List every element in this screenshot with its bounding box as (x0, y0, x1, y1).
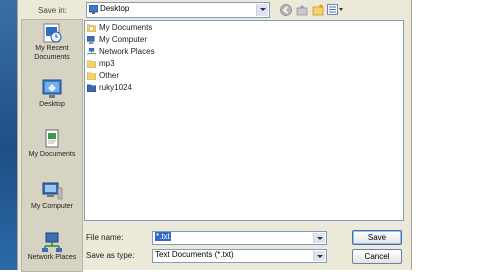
save-as-type-label: Save as type: (86, 251, 135, 260)
place-label: Network Places (27, 254, 77, 261)
save-in-dropdown[interactable]: Desktop (86, 2, 270, 18)
file-name: My Documents (99, 23, 153, 32)
new-folder-icon[interactable] (312, 4, 324, 18)
place-my-computer[interactable]: My Computer (22, 180, 82, 211)
file-name: ruky1024 (99, 83, 132, 92)
desktop-small-icon (89, 5, 98, 14)
desktop-icon (42, 79, 62, 98)
user-folder-icon (87, 84, 96, 92)
place-my-recent-documents[interactable]: My Recent Documents (22, 22, 82, 62)
save-button[interactable]: Save (352, 230, 402, 245)
documents-folder-icon (87, 24, 96, 32)
place-desktop[interactable]: Desktop (22, 78, 82, 109)
computer-icon (87, 36, 95, 44)
cancel-button[interactable]: Cancel (352, 249, 402, 264)
file-name: Network Places (99, 47, 155, 56)
place-label: My Documents (28, 151, 76, 158)
file-list[interactable]: My Documents My Computer Network Places … (84, 20, 404, 221)
place-my-documents[interactable]: My Documents (22, 128, 82, 159)
up-folder-icon[interactable] (296, 4, 308, 18)
file-name: Other (99, 71, 120, 80)
chevron-down-icon[interactable] (313, 233, 325, 243)
save-as-dialog: Save in: Desktop My Recent Documents Des… (17, 0, 412, 272)
file-name: My Computer (99, 35, 148, 44)
places-bar: My Recent Documents Desktop My Documents (21, 19, 83, 272)
chevron-down-icon[interactable] (313, 251, 325, 261)
network-places-icon (42, 232, 62, 252)
recent-documents-icon (43, 23, 62, 43)
folder-icon (87, 60, 96, 68)
network-icon (87, 48, 96, 56)
file-name: mp3 (99, 59, 115, 68)
desktop-background-left (0, 0, 17, 270)
folder-icon (87, 72, 96, 80)
desktop-background-right (410, 0, 480, 270)
place-label: My Computer (30, 203, 73, 210)
file-name-input[interactable]: *.txt (152, 231, 327, 245)
place-label: My Recent Documents (34, 45, 70, 61)
chevron-down-icon[interactable] (256, 4, 268, 16)
my-computer-icon (42, 182, 63, 200)
save-in-label: Save in: (38, 6, 67, 15)
my-documents-icon (45, 129, 59, 148)
file-name-value: *.txt (155, 232, 171, 241)
file-name-label: File name: (86, 233, 124, 242)
back-icon[interactable] (280, 4, 292, 18)
place-network-places[interactable]: Network Places (22, 231, 82, 262)
place-label: Desktop (39, 101, 65, 108)
views-menu-icon[interactable] (327, 4, 345, 18)
save-as-type-dropdown[interactable]: Text Documents (*.txt) (152, 249, 327, 263)
save-in-value: Desktop (100, 4, 130, 13)
save-as-type-value: Text Documents (*.txt) (155, 250, 234, 259)
